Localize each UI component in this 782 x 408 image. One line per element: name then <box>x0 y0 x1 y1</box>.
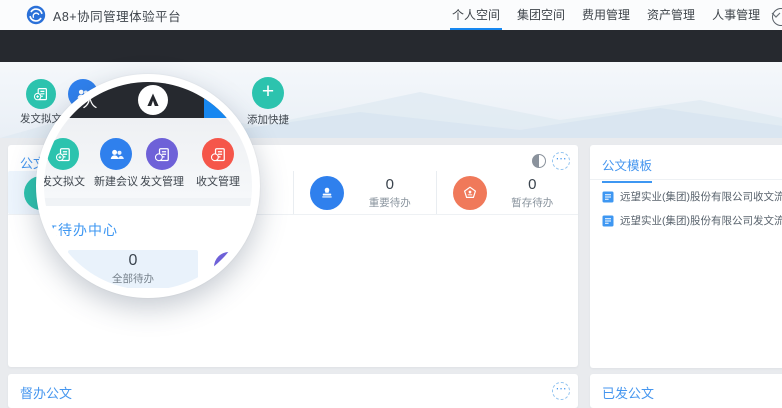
top-nav-expense[interactable]: 费用管理 <box>582 0 630 30</box>
magnified-label: 发文拟文 <box>36 173 91 189</box>
template-item[interactable]: 远望实业(集团)股份有限公司发文流程 <box>602 213 782 228</box>
magnified-nav-bar: 5人 公文 <box>44 82 252 118</box>
magnified-label: 收文管理 <box>190 173 246 189</box>
seeyon-logo-icon <box>26 5 46 25</box>
template-item-label: 远望实业(集团)股份有限公司收文流程 <box>620 189 782 204</box>
magnified-draft-doc-button[interactable] <box>47 138 79 170</box>
magnified-user-count: 5人 <box>74 91 97 112</box>
magnified-new-meeting-button[interactable] <box>100 138 132 170</box>
top-nav-asset[interactable]: 资产管理 <box>647 0 695 30</box>
theme-contrast-icon[interactable] <box>532 154 546 168</box>
top-bar: A8+协同管理体验平台 个人空间 集团空间 费用管理 资产管理 人事管理 <box>0 0 782 31</box>
supervise-panel-title: 督办公文 <box>20 383 72 402</box>
magnified-received-doc-button[interactable] <box>202 138 234 170</box>
stat-value: 0 <box>487 176 579 193</box>
document-icon <box>602 191 614 203</box>
more-menu-icon[interactable]: ⋯ <box>552 152 570 170</box>
pentagon-stamp-icon <box>453 176 487 210</box>
magnified-panel-title: 公文待办中心 <box>36 220 118 240</box>
magnified-quick-actions: 发文拟文 新建会议 发文管理 收文管理 <box>44 118 252 198</box>
stat-saved-todo[interactable]: 0 暂存待办 <box>436 171 579 214</box>
template-item-label: 远望实业(集团)股份有限公司发文流程 <box>620 213 782 228</box>
sent-panel-title: 已发公文 <box>602 383 654 402</box>
magnified-active-tab-fragment: 公文 <box>204 82 252 118</box>
top-nav-hr[interactable]: 人事管理 <box>712 0 760 30</box>
document-icon <box>602 215 614 227</box>
magnified-stat-icon-fragment <box>214 252 244 282</box>
app-title: A8+协同管理体验平台 <box>53 6 181 25</box>
stat-important-todo[interactable]: 0 重要待办 <box>293 171 436 214</box>
magnified-label: 发文管理 <box>134 173 190 189</box>
stat-value: 0 <box>344 176 436 193</box>
stat-label: 重要待办 <box>344 195 436 210</box>
magnified-v5-logo-icon <box>138 85 168 115</box>
magnified-todo-panel: 公文待办中心 0 全部待办 <box>44 198 252 290</box>
stamp-icon <box>310 176 344 210</box>
top-nav: 个人空间 集团空间 费用管理 资产管理 人事管理 <box>452 0 782 30</box>
stat-label: 暂存待办 <box>487 195 579 210</box>
brand: A8+协同管理体验平台 <box>26 5 181 25</box>
top-nav-group-space[interactable]: 集团空间 <box>517 0 565 30</box>
supervise-panel: 督办公文 ⋯ <box>8 374 578 408</box>
sent-docs-panel: 已发公文 <box>590 374 782 408</box>
magnified-sent-doc-button[interactable] <box>146 138 178 170</box>
add-shortcut-button[interactable]: + <box>252 77 284 109</box>
templates-panel: 公文模板 远望实业(集团)股份有限公司收文流程 远望实业(集团)股份有限公司发文… <box>590 145 782 368</box>
more-menu-icon[interactable]: ⋯ <box>552 382 570 400</box>
template-item[interactable]: 远望实业(集团)股份有限公司收文流程 <box>602 189 782 204</box>
magnified-stat-label: 全部待办 <box>68 271 198 286</box>
magnified-stat-value: 0 <box>68 252 198 270</box>
magnifier-overlay: 5人 公文 发文拟文 新建会议 发文管理 收文管理 公文待办中心 0 全部待办 <box>36 74 260 298</box>
main-nav-bar <box>0 30 782 62</box>
magnified-all-todo-card[interactable]: 0 全部待办 <box>68 250 198 288</box>
templates-panel-title[interactable]: 公文模板 <box>602 155 652 183</box>
top-nav-personal-space[interactable]: 个人空间 <box>452 0 500 30</box>
